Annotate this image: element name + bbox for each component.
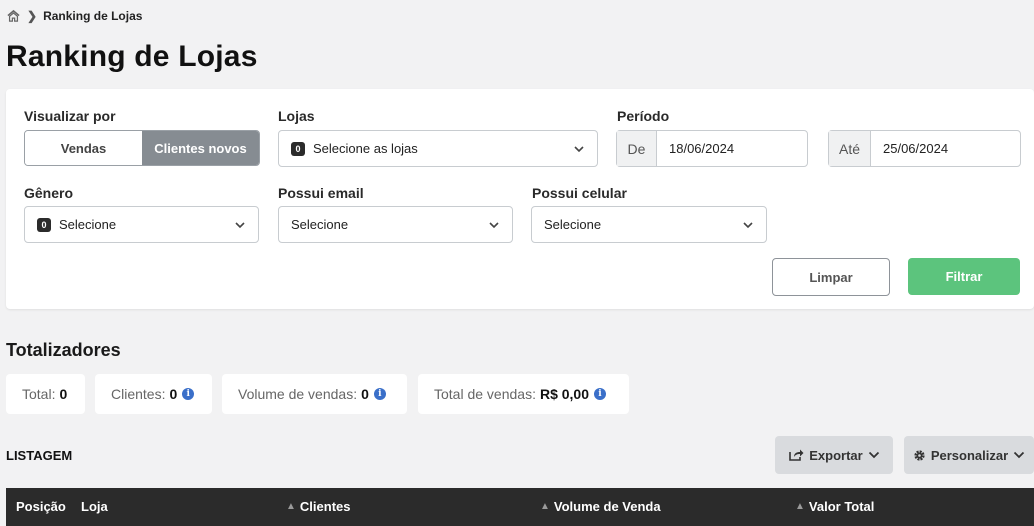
info-icon[interactable]: i: [594, 388, 607, 400]
period-label: Período: [617, 108, 670, 124]
has-email-value: Selecione: [291, 217, 349, 232]
info-icon[interactable]: i: [182, 388, 195, 400]
column-sales-volume-label: Volume de Venda: [553, 499, 661, 514]
sort-icon: ▲︎: [540, 501, 550, 512]
page-title: Ranking de Lojas: [6, 40, 258, 73]
customize-label: Personalizar: [930, 447, 1009, 463]
gear-icon: [914, 449, 925, 461]
gender-count-badge: 0: [37, 217, 51, 232]
column-position-label: Posição: [16, 499, 66, 514]
has-email-label: Possui email: [278, 185, 364, 201]
sales-total-label: Total de vendas:: [434, 386, 536, 402]
export-button[interactable]: Exportar: [775, 436, 893, 474]
total-stat-value: 0: [59, 386, 68, 402]
date-from-field[interactable]: De 18/06/2024: [616, 130, 808, 167]
totals-title: Totalizadores: [6, 340, 121, 360]
date-to-value[interactable]: 25/06/2024: [871, 131, 948, 166]
clients-stat: Clientes: 0 i: [95, 374, 212, 414]
gender-placeholder: Selecione: [59, 217, 117, 232]
home-icon[interactable]: [6, 8, 21, 23]
sales-volume-stat: Volume de vendas: 0 i: [222, 374, 407, 414]
sort-icon: ▲︎: [286, 501, 296, 512]
sales-total-stat: Total de vendas: R$ 0,00 i: [418, 374, 629, 414]
has-mobile-value: Selecione: [544, 217, 602, 232]
chevron-down-icon: [235, 222, 245, 229]
has-email-select[interactable]: Selecione: [278, 206, 513, 243]
filter-button[interactable]: Filtrar: [908, 258, 1020, 295]
column-position[interactable]: Posição: [16, 499, 66, 514]
share-icon: [789, 449, 804, 461]
info-icon[interactable]: i: [373, 388, 386, 400]
stores-label: Lojas: [278, 108, 315, 124]
toggle-clientes-novos[interactable]: Clientes novos: [142, 131, 259, 165]
gender-label: Gênero: [24, 185, 74, 201]
stores-select[interactable]: 0 Selecione as lojas: [278, 130, 598, 167]
has-mobile-select[interactable]: Selecione: [531, 206, 767, 243]
clear-button[interactable]: Limpar: [772, 258, 890, 296]
breadcrumb: ❯ Ranking de Lojas: [6, 8, 142, 23]
column-total-value-label: Valor Total: [808, 499, 875, 514]
view-by-label: Visualizar por: [24, 108, 116, 124]
sort-icon: ▲︎: [795, 501, 805, 512]
chevron-down-icon: [743, 222, 753, 229]
date-from-value[interactable]: 18/06/2024: [657, 131, 734, 166]
breadcrumb-current: Ranking de Lojas: [43, 8, 143, 23]
column-store[interactable]: Loja: [81, 499, 108, 514]
sales-volume-label: Volume de vendas:: [238, 386, 358, 402]
column-total-value[interactable]: ▲︎ Valor Total: [795, 499, 874, 514]
total-stat-label: Total:: [22, 386, 56, 402]
total-stat: Total: 0: [6, 374, 85, 414]
has-mobile-label: Possui celular: [532, 185, 627, 201]
column-store-label: Loja: [81, 499, 108, 514]
listing-title: LISTAGEM: [6, 448, 73, 463]
export-label: Exportar: [809, 447, 863, 463]
column-clients[interactable]: ▲︎ Clientes: [286, 499, 350, 514]
date-from-prefix: De: [617, 131, 657, 166]
chevron-down-icon: [489, 222, 499, 229]
clients-stat-label: Clientes:: [111, 386, 166, 402]
stores-count-badge: 0: [291, 141, 305, 156]
view-by-toggle: Vendas Clientes novos: [24, 130, 260, 166]
gender-select[interactable]: 0 Selecione: [24, 206, 259, 243]
column-sales-volume[interactable]: ▲︎ Volume de Venda: [540, 499, 661, 514]
clients-stat-value: 0: [169, 386, 178, 402]
chevron-down-icon: [1014, 451, 1025, 459]
chevron-down-icon: [868, 451, 879, 459]
sales-volume-value: 0: [361, 386, 369, 402]
table-header: Posição Loja ▲︎ Clientes ▲︎ Volume de Ve…: [6, 488, 1034, 526]
chevron-down-icon: [574, 146, 584, 153]
column-clients-label: Clientes: [299, 499, 351, 514]
sales-total-value: R$ 0,00: [539, 386, 590, 402]
date-to-prefix: Até: [829, 131, 871, 166]
stores-placeholder: Selecione as lojas: [313, 141, 418, 156]
toggle-vendas[interactable]: Vendas: [25, 131, 142, 165]
customize-button[interactable]: Personalizar: [904, 436, 1034, 474]
chevron-right-icon: ❯: [27, 8, 38, 23]
date-to-field[interactable]: Até 25/06/2024: [828, 130, 1021, 167]
